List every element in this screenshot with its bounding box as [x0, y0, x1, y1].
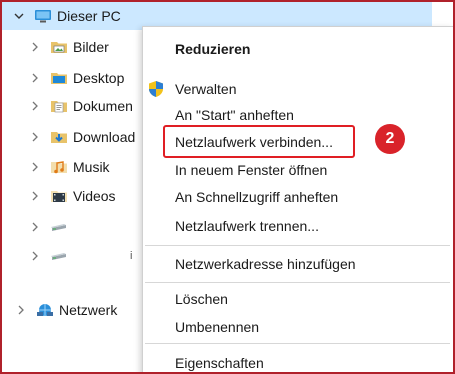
- menu-separator: [145, 245, 450, 246]
- tree-item-label: Bilder: [73, 39, 109, 55]
- pictures-folder-icon: [50, 39, 68, 55]
- chevron-right-icon[interactable]: [28, 249, 42, 263]
- computer-icon: [34, 8, 52, 24]
- drive-icon: [50, 248, 68, 264]
- menu-item-label: Netzwerkadresse hinzufügen: [175, 256, 356, 272]
- documents-folder-icon: [50, 98, 68, 114]
- menu-item-label: An "Start" anheften: [175, 107, 294, 123]
- menu-item-pin-quick-access[interactable]: An Schnellzugriff anheften: [143, 183, 453, 211]
- tree-item-label: Musik: [73, 159, 110, 175]
- menu-item-disconnect-network-drive[interactable]: Netzlaufwerk trennen...: [143, 212, 453, 240]
- tree-item-label: Videos: [73, 188, 116, 204]
- menu-item-delete[interactable]: Löschen: [143, 285, 453, 313]
- chevron-right-icon[interactable]: [28, 160, 42, 174]
- step-number-badge: 2: [375, 124, 405, 154]
- menu-item-collapse[interactable]: Reduzieren: [143, 35, 453, 63]
- tree-item-label: Desktop: [73, 70, 125, 86]
- music-folder-icon: [50, 159, 68, 175]
- menu-separator: [145, 343, 450, 344]
- menu-item-label: Netzlaufwerk trennen...: [175, 218, 319, 234]
- menu-item-properties[interactable]: Eigenschaften: [143, 349, 453, 374]
- menu-item-label: Löschen: [175, 291, 228, 307]
- tree-item-documents[interactable]: Dokumen: [2, 92, 133, 120]
- menu-item-rename[interactable]: Umbenennen: [143, 313, 453, 341]
- chevron-right-icon[interactable]: [28, 220, 42, 234]
- chevron-right-icon[interactable]: [14, 303, 28, 317]
- chevron-right-icon[interactable]: [28, 130, 42, 144]
- menu-item-label: Verwalten: [175, 81, 237, 97]
- tree-item-downloads[interactable]: Download: [2, 123, 135, 151]
- tree-item-label: Dieser PC: [57, 8, 121, 24]
- step-highlight-box: [163, 125, 355, 158]
- chevron-right-icon[interactable]: [28, 189, 42, 203]
- menu-item-manage[interactable]: Verwalten: [143, 75, 453, 103]
- desktop-folder-icon: [50, 70, 68, 86]
- tree-item-label: Download: [73, 129, 136, 145]
- tree-item-music[interactable]: Musik: [2, 153, 110, 181]
- tree-item-pictures[interactable]: Bilder: [2, 33, 109, 61]
- chevron-right-icon[interactable]: [28, 71, 42, 85]
- context-menu: Reduzieren Verwalten An "Start" anheften…: [142, 26, 453, 374]
- tree-item-label: Dokumen: [73, 98, 133, 114]
- menu-separator: [145, 282, 450, 283]
- menu-item-label: Umbenennen: [175, 319, 260, 335]
- chevron-right-icon[interactable]: [28, 40, 42, 54]
- chevron-right-icon[interactable]: [28, 99, 42, 113]
- menu-item-label: Reduzieren: [175, 41, 251, 57]
- tree-item-extra-text: i: [130, 250, 133, 262]
- drive-icon: [50, 219, 68, 235]
- network-icon: [36, 302, 54, 318]
- menu-item-label: In neuem Fenster öffnen: [175, 162, 328, 178]
- menu-item-label: Eigenschaften: [175, 355, 264, 371]
- tree-item-desktop[interactable]: Desktop: [2, 64, 124, 92]
- chevron-down-icon[interactable]: [12, 9, 26, 23]
- menu-item-add-network-location[interactable]: Netzwerkadresse hinzufügen: [143, 250, 453, 278]
- menu-item-label: An Schnellzugriff anheften: [175, 189, 339, 205]
- tree-item-videos[interactable]: Videos: [2, 182, 116, 210]
- tree-item-drive[interactable]: i: [2, 242, 142, 270]
- tree-item-drive[interactable]: [2, 213, 73, 241]
- tree-item-label: Netzwerk: [59, 302, 118, 318]
- admin-shield-icon: [147, 80, 165, 98]
- tree-item-network[interactable]: Netzwerk: [2, 296, 117, 324]
- videos-folder-icon: [50, 188, 68, 204]
- menu-item-open-new-window[interactable]: In neuem Fenster öffnen: [143, 156, 453, 184]
- downloads-folder-icon: [50, 129, 68, 145]
